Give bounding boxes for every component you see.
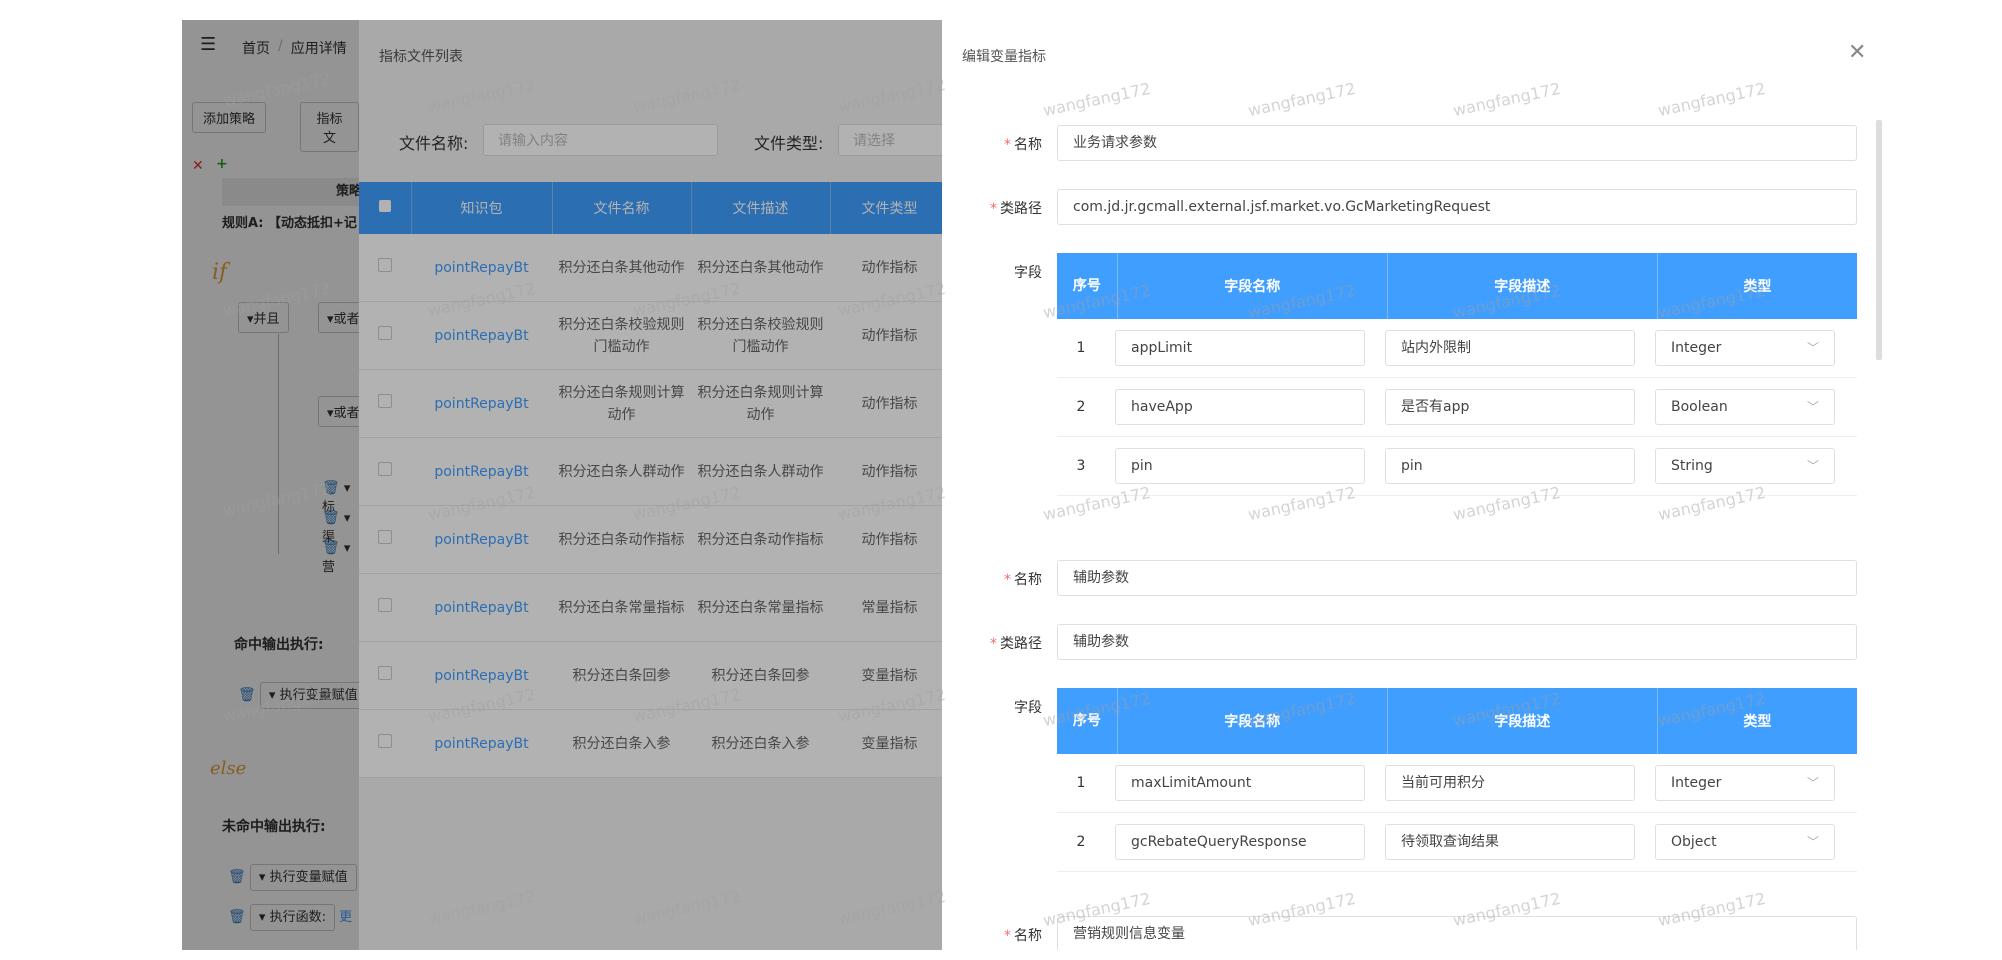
fields-label: 字段 — [1014, 700, 1042, 716]
type-select[interactable]: String ﹀ — [1655, 448, 1835, 484]
row-index: 1 — [1076, 775, 1086, 791]
name-input[interactable]: 辅助参数 — [1057, 560, 1857, 596]
scrollbar[interactable] — [1876, 120, 1882, 360]
row-index: 3 — [1076, 458, 1086, 474]
name-input[interactable]: 业务请求参数 — [1057, 125, 1857, 161]
fields-table: 序号 字段名称 字段描述 类型 1 maxLimitAmount 当前可用积分 … — [1057, 688, 1857, 872]
col-type: 类型 — [1743, 279, 1772, 295]
edit-drawer-title: 编辑变量指标 — [962, 49, 1046, 65]
col-field-desc: 字段描述 — [1388, 253, 1658, 319]
class-path-input[interactable]: com.jd.jr.gcmall.external.jsf.market.vo.… — [1057, 189, 1857, 225]
type-select[interactable]: Integer ﹀ — [1655, 330, 1835, 366]
field-name-input[interactable]: maxLimitAmount — [1115, 765, 1365, 801]
field-desc-input[interactable]: 当前可用积分 — [1385, 765, 1635, 801]
chevron-down-icon: ﹀ — [1806, 776, 1819, 790]
fields-table: 序号 字段名称 字段描述 类型 1 appLimit 站内外限制 Integer… — [1057, 253, 1857, 496]
row-index: 2 — [1076, 399, 1086, 415]
table-row: 3 pin pin String ﹀ — [1057, 437, 1857, 496]
type-select[interactable]: Object ﹀ — [1655, 824, 1835, 860]
field-desc-input[interactable]: pin — [1385, 448, 1635, 484]
field-desc-input[interactable]: 待领取查询结果 — [1385, 824, 1635, 860]
col-type: 类型 — [1743, 714, 1772, 730]
edit-variable-drawer: 编辑变量指标 ✕ * 名称 业务请求参数 * 类路径 com.jd.jr.gcmal… — [942, 20, 1884, 950]
type-select[interactable]: Boolean ﹀ — [1655, 389, 1835, 425]
field-name-input[interactable]: appLimit — [1115, 330, 1365, 366]
row-index: 2 — [1076, 834, 1086, 850]
table-row: 2 haveApp 是否有app Boolean ﹀ — [1057, 378, 1857, 437]
name-label: * 名称 — [1004, 572, 1042, 588]
col-index: 序号 — [1057, 688, 1118, 754]
field-name-input[interactable]: haveApp — [1115, 389, 1365, 425]
table-row: 2 gcRebateQueryResponse 待领取查询结果 Object ﹀ — [1057, 813, 1857, 872]
chevron-down-icon: ﹀ — [1806, 835, 1819, 849]
class-path-label: * 类路径 — [990, 201, 1042, 217]
fields-label: 字段 — [1014, 265, 1042, 281]
chevron-down-icon: ﹀ — [1806, 341, 1819, 355]
col-field-name: 字段名称 — [1118, 253, 1388, 319]
name-input[interactable]: 营销规则信息变量 — [1057, 916, 1857, 950]
class-path-label: * 类路径 — [990, 636, 1042, 652]
table-row: 1 appLimit 站内外限制 Integer ﹀ — [1057, 319, 1857, 378]
chevron-down-icon: ﹀ — [1806, 459, 1819, 473]
type-select[interactable]: Integer ﹀ — [1655, 765, 1835, 801]
app-frame: ☰ 首页 / 应用详情 添加策略 指标文 ✕ + 策略 规则A: 【动态抵扣+记… — [182, 20, 1884, 950]
row-index: 1 — [1076, 340, 1086, 356]
field-name-input[interactable]: gcRebateQueryResponse — [1115, 824, 1365, 860]
col-index: 序号 — [1057, 253, 1118, 319]
fields-table-header: 序号 字段名称 字段描述 类型 — [1057, 688, 1857, 754]
name-label: * 名称 — [1004, 928, 1042, 944]
col-field-desc: 字段描述 — [1388, 688, 1658, 754]
table-row: 1 maxLimitAmount 当前可用积分 Integer ﹀ — [1057, 754, 1857, 813]
chevron-down-icon: ﹀ — [1806, 400, 1819, 414]
class-path-input[interactable]: 辅助参数 — [1057, 624, 1857, 660]
field-desc-input[interactable]: 是否有app — [1385, 389, 1635, 425]
name-label: * 名称 — [1004, 137, 1042, 153]
field-name-input[interactable]: pin — [1115, 448, 1365, 484]
close-icon[interactable]: ✕ — [1848, 40, 1866, 65]
col-field-name: 字段名称 — [1118, 688, 1388, 754]
field-desc-input[interactable]: 站内外限制 — [1385, 330, 1635, 366]
fields-table-header: 序号 字段名称 字段描述 类型 — [1057, 253, 1857, 319]
